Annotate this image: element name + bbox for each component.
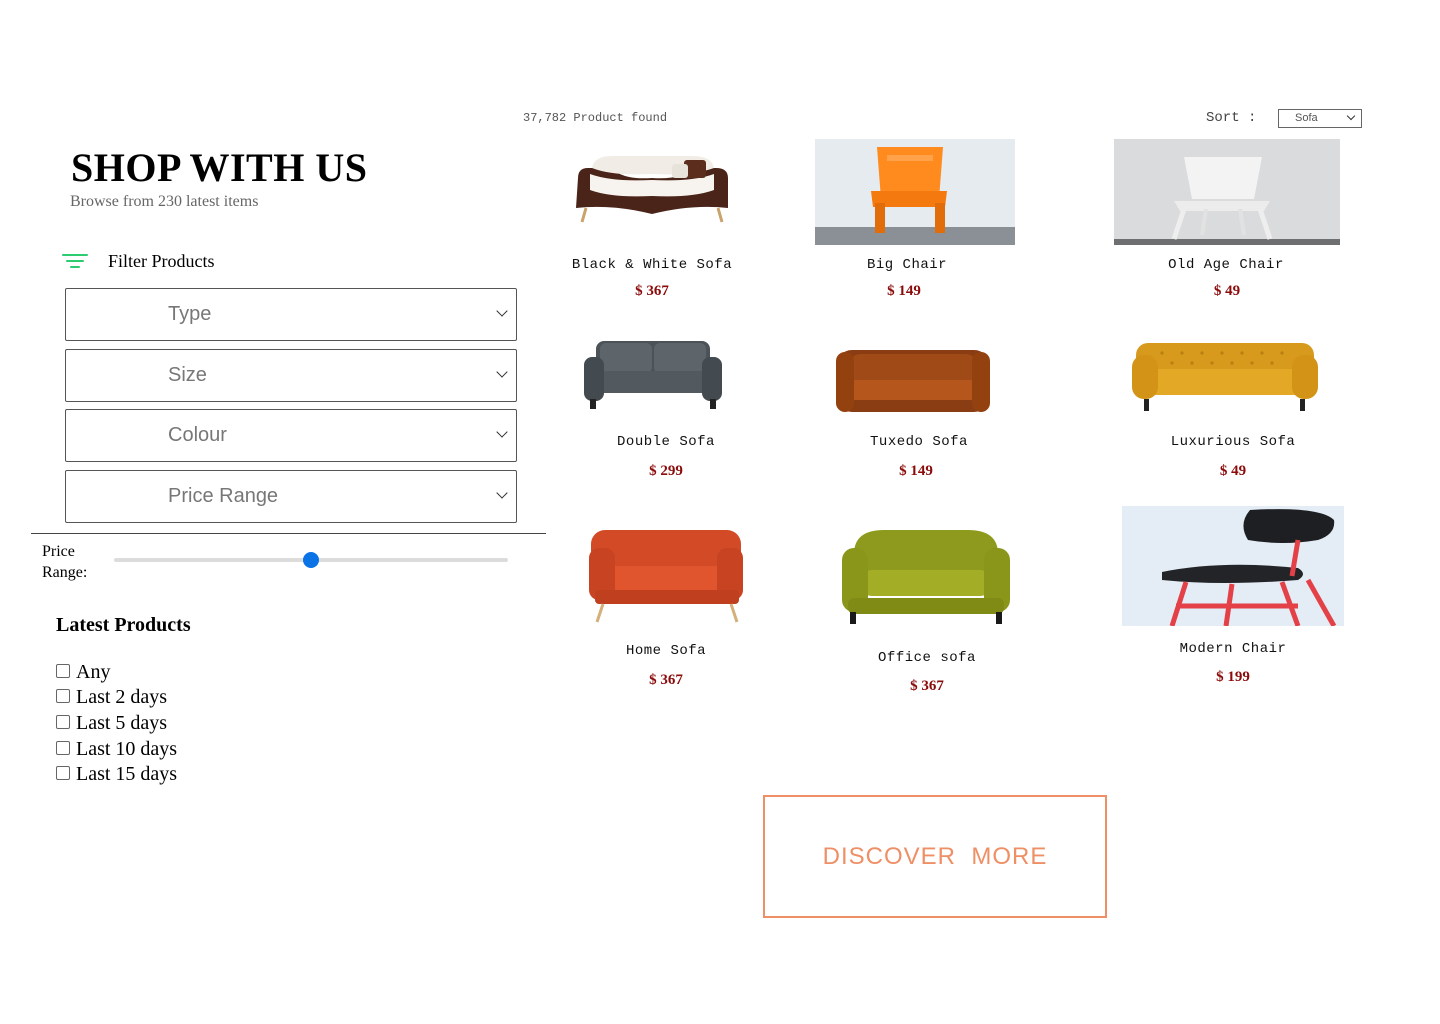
checkbox-label: Last 10 days — [76, 738, 178, 760]
latest-option-10-days[interactable]: Last 10 days — [56, 738, 177, 761]
latest-option-any[interactable]: Any — [56, 661, 110, 684]
product-image-big-chair[interactable] — [815, 139, 1015, 245]
divider — [31, 533, 546, 534]
checkbox-label: Any — [76, 661, 111, 683]
product-price: $ 299 — [649, 463, 683, 479]
checkbox-label: Last 2 days — [76, 686, 168, 708]
product-price: $ 367 — [635, 283, 669, 299]
checkbox-label: Last 15 days — [76, 763, 178, 785]
product-name[interactable]: Modern Chair — [1113, 641, 1353, 657]
sort-label: Sort : — [1206, 110, 1257, 126]
type-select-label: Type — [168, 303, 212, 325]
results-count: 37,782 Product found — [523, 111, 668, 125]
price-range-label: Price Range: — [42, 543, 88, 581]
product-image-modern-chair[interactable] — [1122, 506, 1344, 626]
product-price: $ 367 — [910, 678, 944, 694]
sort-select-value: Sofa — [1295, 112, 1318, 124]
product-price: $ 367 — [649, 672, 683, 688]
chevron-down-icon — [496, 487, 508, 499]
product-name[interactable]: Black & White Sofa — [532, 257, 772, 273]
product-image-double-sofa[interactable] — [582, 337, 724, 413]
page-title: SHOP WITH US — [71, 145, 368, 190]
product-image-old-age-chair[interactable] — [1114, 139, 1340, 245]
checkbox[interactable] — [56, 740, 70, 755]
filter-label: Filter Products — [108, 250, 215, 271]
checkbox[interactable] — [56, 663, 70, 678]
chevron-down-icon — [1346, 111, 1356, 121]
product-image-tuxedo-sofa[interactable] — [834, 346, 992, 416]
sort-select[interactable]: Sofa — [1278, 109, 1362, 128]
latest-option-5-days[interactable]: Last 5 days — [56, 712, 167, 735]
colour-select-label: Colour — [168, 424, 227, 446]
product-price: $ 49 — [1219, 463, 1247, 479]
chevron-down-icon — [496, 426, 508, 438]
product-image-luxurious-sofa[interactable] — [1132, 339, 1318, 413]
product-name[interactable]: Big Chair — [787, 257, 1027, 273]
chevron-down-icon — [496, 366, 508, 378]
latest-products-heading: Latest Products — [56, 614, 191, 636]
product-name[interactable]: Tuxedo Sofa — [799, 434, 1039, 450]
page-subtitle: Browse from 230 latest items — [70, 193, 259, 210]
product-price: $ 199 — [1216, 669, 1250, 685]
product-name[interactable]: Home Sofa — [546, 643, 786, 659]
product-image-black-white-sofa[interactable] — [572, 150, 732, 232]
price-range-select-label: Price Range — [168, 485, 279, 507]
type-select[interactable]: Type — [65, 288, 517, 341]
latest-option-2-days[interactable]: Last 2 days — [56, 686, 167, 709]
checkbox-label: Last 5 days — [76, 712, 168, 734]
product-name[interactable]: Old Age Chair — [1106, 257, 1346, 273]
colour-select[interactable]: Colour — [65, 409, 517, 462]
product-price: $ 149 — [899, 463, 933, 479]
product-price: $ 49 — [1213, 283, 1241, 299]
filter-header[interactable]: Filter Products — [60, 250, 215, 272]
product-price: $ 149 — [887, 283, 921, 299]
checkbox[interactable] — [56, 714, 70, 729]
discover-more-button[interactable]: DISCOVER MORE — [763, 795, 1107, 918]
price-range-slider-thumb[interactable] — [303, 552, 319, 568]
latest-option-15-days[interactable]: Last 15 days — [56, 763, 177, 786]
product-name[interactable]: Luxurious Sofa — [1113, 434, 1353, 450]
product-name[interactable]: Double Sofa — [546, 434, 786, 450]
checkbox[interactable] — [56, 688, 70, 703]
product-image-office-sofa[interactable] — [840, 524, 1012, 628]
chevron-down-icon — [496, 305, 508, 317]
filter-lines-icon — [60, 250, 90, 272]
size-select-label: Size — [168, 364, 207, 386]
price-range-select[interactable]: Price Range — [65, 470, 517, 523]
product-image-home-sofa[interactable] — [581, 508, 752, 628]
checkbox[interactable] — [56, 765, 70, 780]
product-name[interactable]: Office sofa — [807, 650, 1047, 666]
size-select[interactable]: Size — [65, 349, 517, 402]
